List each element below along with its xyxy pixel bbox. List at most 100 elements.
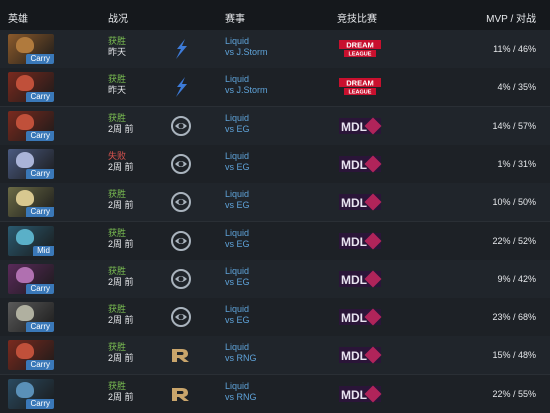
opponent-name[interactable]: vs EG: [225, 124, 250, 135]
opponent-name[interactable]: vs EG: [225, 277, 250, 288]
team-name[interactable]: Liquid: [225, 151, 250, 162]
role-badge: Carry: [26, 207, 54, 218]
jstorm-logo-icon[interactable]: [168, 74, 194, 100]
svg-text:MDL: MDL: [341, 235, 367, 249]
opponent-name[interactable]: vs EG: [225, 162, 250, 173]
hero-portrait[interactable]: Carry: [8, 34, 54, 64]
result-cell: 获胜 2周 前: [108, 189, 134, 211]
hero-portrait[interactable]: Carry: [8, 72, 54, 103]
svg-text:MDL: MDL: [341, 120, 367, 134]
mdl-logo-icon[interactable]: MDL: [338, 383, 382, 405]
eg-logo-icon[interactable]: [168, 266, 194, 292]
team-name[interactable]: Liquid: [225, 266, 250, 277]
table-row[interactable]: Carry 获胜 2周 前 Liquid vs RNG MDL 22% / 55…: [0, 374, 550, 413]
table-row[interactable]: Carry 获胜 昨天 Liquid vs J.Storm DREAM LEAGU…: [0, 68, 550, 108]
table-row[interactable]: Carry 获胜 2周 前 Liquid vs EG MDL 14% / 57%: [0, 106, 550, 146]
mdl-logo-icon[interactable]: MDL: [338, 230, 382, 252]
opponent-name[interactable]: vs EG: [225, 200, 250, 211]
result-cell: 获胜 2周 前: [108, 113, 134, 135]
result-cell: 获胜 昨天: [108, 74, 126, 96]
event-cell: Liquid vs EG: [225, 189, 250, 211]
table-row[interactable]: Carry 获胜 2周 前 Liquid vs EG MDL 10% / 50%: [0, 183, 550, 223]
team-name[interactable]: Liquid: [225, 36, 268, 47]
column-header-match[interactable]: 竞技比赛: [337, 10, 377, 25]
table-row[interactable]: Carry 失败 2周 前 Liquid vs EG MDL 1% / 31%: [0, 144, 550, 184]
mvp-stats: 22% / 52%: [492, 235, 536, 246]
rng-logo-icon[interactable]: [168, 342, 194, 368]
column-header-event[interactable]: 赛事: [225, 10, 245, 25]
opponent-name[interactable]: vs RNG: [225, 392, 257, 403]
mdl-logo-icon[interactable]: MDL: [338, 115, 382, 137]
table-row[interactable]: Carry 获胜 2周 前 Liquid vs EG MDL 9% / 42%: [0, 259, 550, 299]
table-row[interactable]: Mid 获胜 2周 前 Liquid vs EG MDL 22% / 52%: [0, 221, 550, 261]
team-name[interactable]: Liquid: [225, 189, 250, 200]
svg-text:DREAM: DREAM: [346, 41, 374, 50]
hero-face-icon: [16, 113, 34, 130]
team-name[interactable]: Liquid: [225, 304, 250, 315]
column-header-mvp[interactable]: MVP / 对战: [486, 10, 536, 25]
hero-portrait[interactable]: Mid: [8, 225, 54, 256]
table-row[interactable]: Carry 获胜 2周 前 Liquid vs RNG MDL 15% / 48…: [0, 336, 550, 376]
match-date: 2周 前: [108, 315, 134, 326]
opponent-name[interactable]: vs J.Storm: [225, 47, 268, 58]
opponent-name[interactable]: vs EG: [225, 315, 250, 326]
event-cell: Liquid vs J.Storm: [225, 74, 268, 96]
result-cell: 失败 2周 前: [108, 151, 134, 173]
svg-text:LEAGUE: LEAGUE: [349, 90, 372, 96]
result-label: 获胜: [108, 342, 127, 353]
mdl-logo-icon[interactable]: MDL: [338, 191, 382, 213]
hero-face-icon: [16, 37, 34, 53]
mdl-logo-icon[interactable]: MDL: [338, 344, 382, 366]
hero-face-icon: [16, 266, 34, 283]
role-badge: Carry: [26, 54, 54, 64]
team-name[interactable]: Liquid: [225, 74, 268, 85]
opponent-name[interactable]: vs J.Storm: [225, 85, 268, 96]
result-cell: 获胜 昨天: [108, 36, 126, 58]
role-badge: Carry: [26, 283, 54, 294]
column-header-hero[interactable]: 英雄: [8, 10, 28, 25]
mdl-logo-icon[interactable]: MDL: [338, 153, 382, 175]
svg-text:MDL: MDL: [341, 273, 367, 287]
eg-logo-icon[interactable]: [168, 113, 194, 139]
hero-portrait[interactable]: Carry: [8, 148, 54, 179]
dream-league-logo-icon[interactable]: DREAM LEAGUE: [338, 38, 382, 60]
jstorm-logo-icon[interactable]: [168, 36, 194, 62]
opponent-name[interactable]: vs EG: [225, 239, 250, 250]
team-name[interactable]: Liquid: [225, 113, 250, 124]
eg-logo-icon[interactable]: [168, 228, 194, 254]
match-date: 2周 前: [108, 161, 134, 172]
hero-portrait[interactable]: Carry: [8, 263, 54, 294]
hero-portrait[interactable]: Carry: [8, 110, 54, 141]
team-name[interactable]: Liquid: [225, 381, 257, 392]
role-badge: Carry: [26, 398, 54, 409]
eg-logo-icon[interactable]: [168, 304, 194, 330]
role-badge: Carry: [26, 92, 54, 103]
eg-logo-icon[interactable]: [168, 151, 194, 177]
opponent-name[interactable]: vs RNG: [225, 353, 257, 364]
column-header-record[interactable]: 战况: [108, 10, 128, 25]
result-label: 获胜: [108, 380, 127, 391]
result-cell: 获胜 2周 前: [108, 342, 134, 364]
role-badge: Carry: [26, 130, 54, 141]
table-row[interactable]: Carry 获胜 昨天 Liquid vs J.Storm DREAM LEAGU…: [0, 30, 550, 69]
match-date: 昨天: [108, 47, 127, 57]
mvp-stats: 14% / 57%: [492, 120, 536, 131]
mdl-logo-icon[interactable]: MDL: [338, 268, 382, 290]
hero-portrait[interactable]: Carry: [8, 302, 54, 333]
eg-logo-icon[interactable]: [168, 189, 194, 215]
dream-league-logo-icon[interactable]: DREAM LEAGUE: [338, 76, 382, 98]
rng-logo-icon[interactable]: [168, 381, 194, 407]
hero-portrait[interactable]: Carry: [8, 340, 54, 371]
mdl-logo-icon[interactable]: MDL: [338, 306, 382, 328]
team-name[interactable]: Liquid: [225, 228, 250, 239]
role-badge: Carry: [26, 322, 54, 333]
result-label: 获胜: [108, 265, 127, 276]
match-date: 2周 前: [108, 123, 134, 134]
event-cell: Liquid vs J.Storm: [225, 36, 268, 58]
role-badge: Carry: [26, 168, 54, 179]
team-name[interactable]: Liquid: [225, 342, 257, 353]
hero-portrait[interactable]: Carry: [8, 187, 54, 218]
table-row[interactable]: Carry 获胜 2周 前 Liquid vs EG MDL 23% / 68%: [0, 298, 550, 338]
hero-portrait[interactable]: Carry: [8, 378, 54, 409]
hero-face-icon: [16, 190, 34, 207]
